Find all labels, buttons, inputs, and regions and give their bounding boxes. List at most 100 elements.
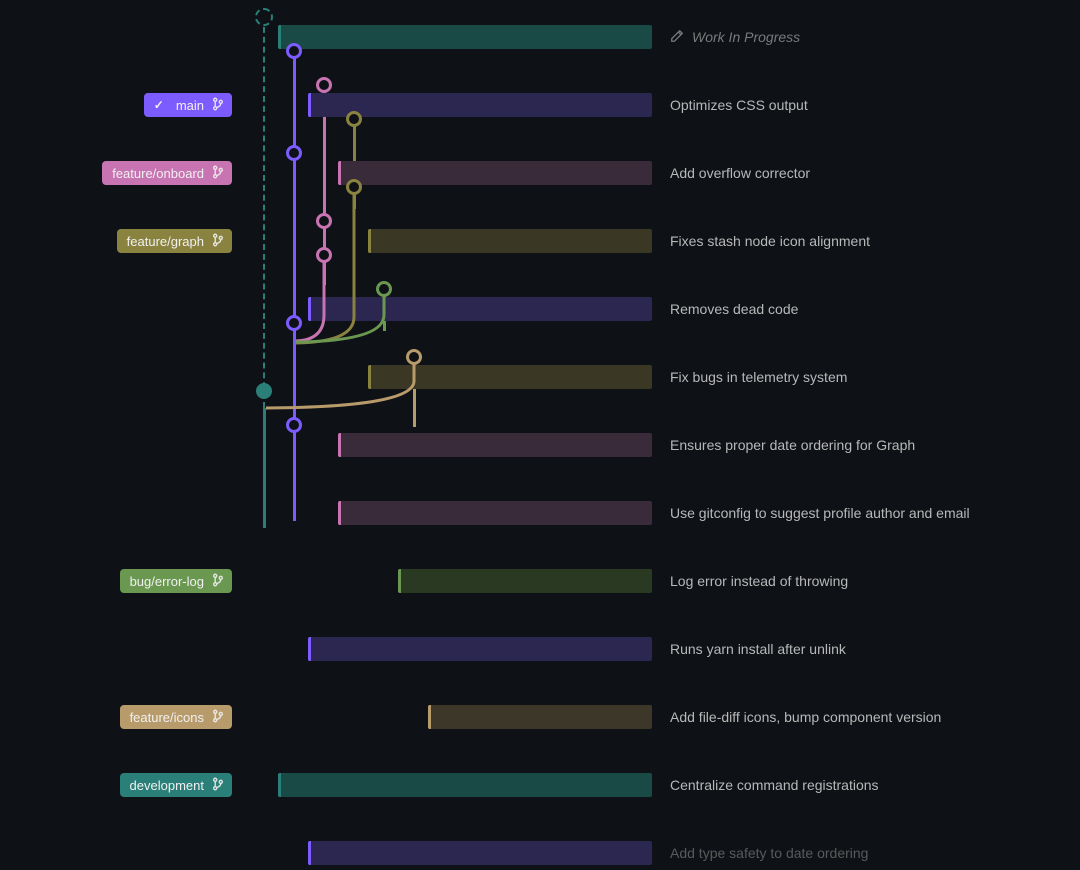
commit-message: Fixes stash node icon alignment — [670, 233, 870, 249]
branch-tags: feature/icons — [0, 705, 240, 729]
commit-row[interactable]: Ensures proper date ordering for Graph — [0, 428, 1080, 462]
branch-tags: feature/onboard — [0, 161, 240, 185]
commit-node[interactable] — [376, 281, 392, 297]
commit-node[interactable] — [316, 213, 332, 229]
commit-accent — [368, 229, 371, 253]
branch-tag-graph[interactable]: feature/graph — [117, 229, 232, 253]
commit-message: Ensures proper date ordering for Graph — [670, 437, 915, 453]
commit-node-fill — [258, 385, 270, 397]
branch-icon — [212, 573, 224, 590]
commit-row[interactable]: ✓ main Optimizes CSS output — [0, 88, 1080, 122]
branch-label: feature/graph — [127, 234, 204, 249]
commit-message-area: Add overflow corrector — [670, 156, 1060, 190]
commit-node[interactable] — [286, 315, 302, 331]
commit-node[interactable] — [406, 349, 422, 365]
branch-label: main — [176, 98, 204, 113]
commit-message-area: Fix bugs in telemetry system — [670, 360, 1060, 394]
commit-accent — [308, 637, 311, 661]
commit-bar — [338, 433, 652, 457]
pencil-icon — [670, 29, 684, 46]
commit-message-area: Removes dead code — [670, 292, 1060, 326]
commit-node[interactable] — [346, 179, 362, 195]
commit-row[interactable]: Work In Progress — [0, 20, 1080, 54]
commit-row[interactable]: feature/graph Fixes stash node icon align… — [0, 224, 1080, 258]
commit-message-area: Work In Progress — [670, 20, 1060, 54]
commit-accent — [338, 501, 341, 525]
commit-accent — [428, 705, 431, 729]
commit-bar — [278, 773, 652, 797]
commit-message: Centralize command registrations — [670, 777, 879, 793]
commit-message: Work In Progress — [692, 29, 800, 45]
commit-row[interactable]: Add type safety to date ordering — [0, 836, 1080, 870]
commit-node[interactable] — [286, 417, 302, 433]
commit-row[interactable]: feature/onboard Add overflow corrector — [0, 156, 1080, 190]
commit-accent — [398, 569, 401, 593]
branch-label: feature/icons — [130, 710, 204, 725]
commit-node[interactable] — [255, 8, 273, 26]
commit-row[interactable]: Fix bugs in telemetry system — [0, 360, 1080, 394]
branch-tag-onboard[interactable]: feature/onboard — [102, 161, 232, 185]
commit-message-area: Add file-diff icons, bump component vers… — [670, 700, 1060, 734]
commit-accent — [278, 25, 281, 49]
branch-icon — [212, 165, 224, 182]
commit-message: Add overflow corrector — [670, 165, 810, 181]
commit-row[interactable]: Use gitconfig to suggest profile author … — [0, 496, 1080, 530]
commit-row[interactable]: development Centralize command registrati… — [0, 768, 1080, 802]
commit-row[interactable]: feature/icons Add file-diff icons, bump c… — [0, 700, 1080, 734]
commit-message-area: Runs yarn install after unlink — [670, 632, 1060, 666]
commit-accent — [278, 773, 281, 797]
branch-tags: feature/graph — [0, 229, 240, 253]
branch-tag-icons[interactable]: feature/icons — [120, 705, 232, 729]
commit-node[interactable] — [346, 111, 362, 127]
branch-tags: ✓ main — [0, 93, 240, 117]
curve-green-merge — [293, 289, 387, 349]
commit-bar — [278, 25, 652, 49]
commit-message-area: Centralize command registrations — [670, 768, 1060, 802]
commit-message-area: Fixes stash node icon alignment — [670, 224, 1060, 258]
commit-accent — [308, 93, 311, 117]
commit-message: Log error instead of throwing — [670, 573, 848, 589]
commit-message-area: Ensures proper date ordering for Graph — [670, 428, 1060, 462]
commit-bar — [338, 161, 652, 185]
curve-sand-merge — [263, 357, 417, 415]
commit-message: Fix bugs in telemetry system — [670, 369, 847, 385]
commit-node[interactable] — [316, 247, 332, 263]
branch-tags: bug/error-log — [0, 569, 240, 593]
branch-tag-development[interactable]: development — [120, 773, 232, 797]
lane-wip — [263, 17, 266, 408]
commit-accent — [308, 841, 311, 865]
commit-node[interactable] — [286, 145, 302, 161]
branch-tags: development — [0, 773, 240, 797]
commit-bar — [428, 705, 652, 729]
commit-message: Runs yarn install after unlink — [670, 641, 846, 657]
commit-bar — [308, 841, 652, 865]
commit-message: Add type safety to date ordering — [670, 845, 868, 861]
commit-row[interactable]: Removes dead code — [0, 292, 1080, 326]
branch-label: bug/error-log — [130, 574, 204, 589]
commit-accent — [338, 433, 341, 457]
commit-message: Optimizes CSS output — [670, 97, 808, 113]
branch-icon — [212, 777, 224, 794]
check-icon: ✓ — [154, 98, 164, 112]
branch-tag-main[interactable]: ✓ main — [144, 93, 232, 117]
branch-label: feature/onboard — [112, 166, 204, 181]
commit-node[interactable] — [286, 43, 302, 59]
branch-label: development — [130, 778, 204, 793]
branch-tag-errorlog[interactable]: bug/error-log — [120, 569, 232, 593]
commit-row[interactable]: Runs yarn install after unlink — [0, 632, 1080, 666]
branch-icon — [212, 709, 224, 726]
commit-message-area: Add type safety to date ordering — [670, 836, 1060, 870]
git-graph-view: Work In Progress ✓ main Optimizes CSS outpu… — [0, 0, 1080, 521]
commit-node[interactable] — [316, 77, 332, 93]
commit-message-area: Log error instead of throwing — [670, 564, 1060, 598]
branch-icon — [212, 233, 224, 250]
commit-message: Removes dead code — [670, 301, 798, 317]
commit-bar — [398, 569, 652, 593]
commit-message-area: Optimizes CSS output — [670, 88, 1060, 122]
commit-bar — [338, 501, 652, 525]
commit-accent — [338, 161, 341, 185]
commit-bar — [308, 637, 652, 661]
commit-message-area: Use gitconfig to suggest profile author … — [670, 496, 1060, 530]
commit-row[interactable]: bug/error-log Log error instead of throwi… — [0, 564, 1080, 598]
commit-bar — [368, 229, 652, 253]
